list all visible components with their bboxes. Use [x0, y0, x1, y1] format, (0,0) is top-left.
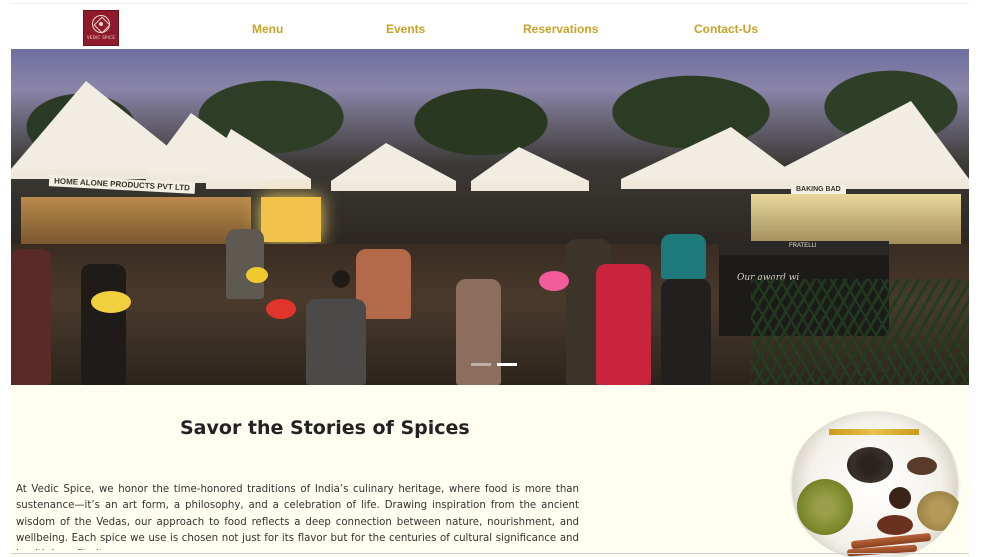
section-body-text: At Vedic Spice, we honor the time-honore… [16, 484, 579, 550]
black-pepper [847, 447, 893, 483]
vedic-spice-logo[interactable]: VEDIC SPICE [83, 10, 119, 46]
top-navbar: VEDIC SPICE Menu Events Reservations Con… [11, 3, 969, 49]
spice-plate-image [789, 411, 961, 557]
nav-events-link[interactable]: Events [386, 22, 425, 36]
balloon [91, 291, 131, 313]
tent [331, 143, 456, 191]
person [11, 249, 51, 385]
person [661, 279, 711, 385]
star-anise [907, 457, 937, 475]
carousel-indicator-active[interactable] [497, 363, 517, 366]
stall-banner-right: BAKING BAD [791, 185, 846, 194]
counter-brand-text: FRATELLI [789, 243, 817, 249]
tent [761, 101, 969, 189]
person [596, 264, 651, 385]
nav-contact-us-link[interactable]: Contact-Us [694, 22, 758, 36]
nav-reservations-link[interactable]: Reservations [523, 22, 598, 36]
person [306, 299, 366, 385]
hero-carousel-image[interactable]: HOME ALONE PRODUCTS PVT LTD BAKING BAD F… [11, 49, 969, 385]
tent [206, 129, 311, 189]
logo-text: VEDIC SPICE [86, 34, 116, 40]
carousel-indicators [471, 363, 517, 366]
foliage [751, 279, 969, 385]
nav-menu-link[interactable]: Menu [252, 22, 283, 36]
person [81, 264, 126, 385]
balloon [246, 267, 268, 283]
page-divider [11, 553, 969, 554]
person [226, 229, 264, 299]
coriander-seeds [917, 491, 961, 531]
balloon [266, 299, 296, 319]
person [661, 234, 706, 279]
balloon [539, 271, 569, 291]
tent [471, 147, 589, 191]
about-section: Savor the Stories of Spices At Vedic Spi… [11, 385, 969, 557]
stall-light [261, 197, 321, 242]
section-title: Savor the Stories of Spices [180, 417, 470, 439]
mandala-icon [92, 14, 110, 33]
nutmeg [889, 487, 911, 509]
person [456, 279, 501, 385]
carousel-indicator[interactable] [471, 363, 491, 366]
cardamom [797, 479, 853, 535]
cloves [877, 515, 913, 535]
plate-rim [829, 429, 919, 435]
